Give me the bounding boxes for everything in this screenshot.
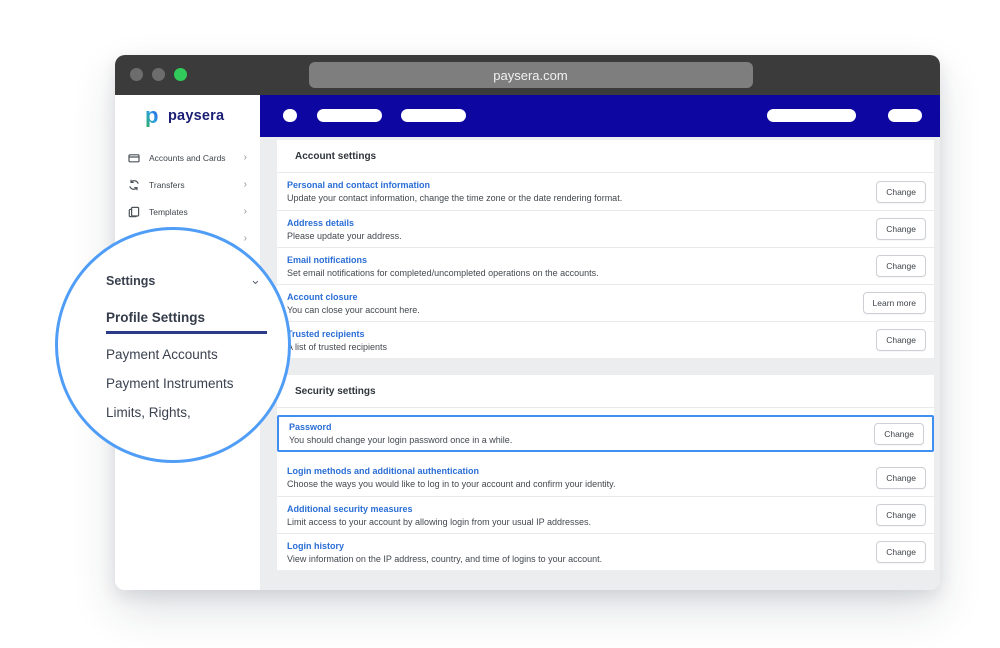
nav-pill[interactable]	[401, 109, 466, 122]
menu-item-payment-accounts[interactable]: Payment Accounts	[106, 347, 218, 362]
security-settings-card: Security settings Password You should ch…	[277, 375, 934, 570]
setting-link[interactable]: Password	[289, 422, 864, 432]
settings-content: Account settings Personal and contact in…	[260, 137, 940, 590]
menu-item-payment-instruments[interactable]: Payment Instruments	[106, 376, 234, 391]
section-title: Account settings	[277, 140, 934, 173]
setting-desc: View information on the IP address, coun…	[287, 553, 603, 564]
setting-desc: Set email notifications for completed/un…	[287, 267, 599, 278]
setting-desc: Limit access to your account by allowing…	[287, 516, 591, 527]
setting-desc: Please update your address.	[287, 230, 402, 241]
setting-link[interactable]: Login history	[287, 541, 866, 551]
setting-row-password: Password You should change your login pa…	[279, 417, 932, 450]
setting-link[interactable]: Additional security measures	[287, 504, 866, 514]
setting-row-email-notifications: Email notifications Set email notificati…	[277, 247, 934, 284]
nav-pill[interactable]	[283, 109, 297, 122]
setting-link[interactable]: Email notifications	[287, 255, 866, 265]
card-icon	[128, 152, 140, 164]
transfer-icon	[128, 179, 140, 191]
nav-pill[interactable]	[888, 109, 922, 122]
change-button[interactable]: Change	[876, 218, 926, 240]
nav-pill[interactable]	[317, 109, 382, 122]
templates-icon	[128, 206, 140, 218]
account-settings-card: Account settings Personal and contact in…	[277, 140, 934, 358]
svg-text:p: p	[145, 105, 158, 127]
menu-item-limits-rights[interactable]: Limits, Rights,	[106, 405, 191, 420]
change-button[interactable]: Change	[876, 504, 926, 526]
setting-desc: You can close your account here.	[287, 304, 420, 315]
section-title: Security settings	[277, 375, 934, 408]
change-button[interactable]: Change	[874, 422, 924, 445]
url-text: paysera.com	[493, 67, 568, 83]
nav-pill[interactable]	[767, 109, 856, 122]
chevron-right-icon: ›	[243, 151, 247, 163]
setting-link[interactable]: Address details	[287, 218, 866, 228]
magnifier-circle: Settings ⌄ Profile Settings Payment Acco…	[55, 227, 291, 463]
setting-link[interactable]: Account closure	[287, 292, 853, 302]
setting-desc: Update your contact information, change …	[287, 193, 623, 203]
change-button[interactable]: Change	[876, 329, 926, 351]
active-item-underline	[106, 331, 267, 334]
mockup-stage: paysera.com p paysera Accounts and Cards…	[0, 0, 1000, 648]
top-navbar	[260, 95, 940, 137]
browser-titlebar: paysera.com	[115, 55, 940, 95]
window-control-green-icon[interactable]	[174, 68, 187, 81]
paysera-wordmark: paysera	[168, 108, 225, 124]
setting-row-login-history: Login history View information on the IP…	[277, 533, 934, 570]
highlighted-password-row: Password You should change your login pa…	[277, 415, 934, 452]
setting-row-trusted-recipients: Trusted recipients A list of trusted rec…	[277, 321, 934, 358]
change-button[interactable]: Change	[876, 466, 926, 489]
main-area: Account settings Personal and contact in…	[260, 95, 940, 590]
setting-row-address-details: Address details Please update your addre…	[277, 210, 934, 247]
paysera-logo-icon: p	[145, 105, 158, 127]
sidebar-item-templates[interactable]: Templates ›	[115, 198, 260, 225]
setting-desc: A list of trusted recipients	[287, 341, 388, 352]
window-controls	[130, 68, 187, 81]
change-button[interactable]: Change	[876, 180, 926, 203]
settings-menu-header[interactable]: Settings	[106, 274, 155, 288]
sidebar-item-accounts-and-cards[interactable]: Accounts and Cards ›	[115, 144, 260, 171]
setting-row-account-closure: Account closure You can close your accou…	[277, 284, 934, 321]
setting-link[interactable]: Trusted recipients	[287, 329, 866, 339]
change-button[interactable]: Change	[876, 541, 926, 563]
menu-item-profile-settings[interactable]: Profile Settings	[106, 310, 205, 325]
setting-row-login-methods: Login methods and additional authenticat…	[277, 459, 934, 496]
section-divider	[277, 358, 934, 375]
sidebar-item-transfers[interactable]: Transfers ›	[115, 171, 260, 198]
chevron-right-icon: ›	[243, 205, 247, 217]
window-control-icon[interactable]	[130, 68, 143, 81]
chevron-right-icon: ›	[243, 178, 247, 190]
setting-link[interactable]: Personal and contact information	[287, 180, 866, 190]
address-bar[interactable]: paysera.com	[308, 62, 753, 88]
setting-desc: Choose the ways you would like to log in…	[287, 479, 616, 489]
chevron-down-icon[interactable]: ⌄	[250, 272, 261, 288]
paysera-logo[interactable]: p paysera	[115, 95, 260, 137]
setting-link[interactable]: Login methods and additional authenticat…	[287, 466, 866, 476]
window-control-icon[interactable]	[152, 68, 165, 81]
learn-more-button[interactable]: Learn more	[862, 292, 926, 314]
setting-desc: You should change your login password on…	[289, 435, 513, 445]
change-button[interactable]: Change	[876, 255, 926, 277]
setting-row-additional-security: Additional security measures Limit acces…	[277, 496, 934, 533]
setting-row-personal-info: Personal and contact information Update …	[277, 173, 934, 210]
